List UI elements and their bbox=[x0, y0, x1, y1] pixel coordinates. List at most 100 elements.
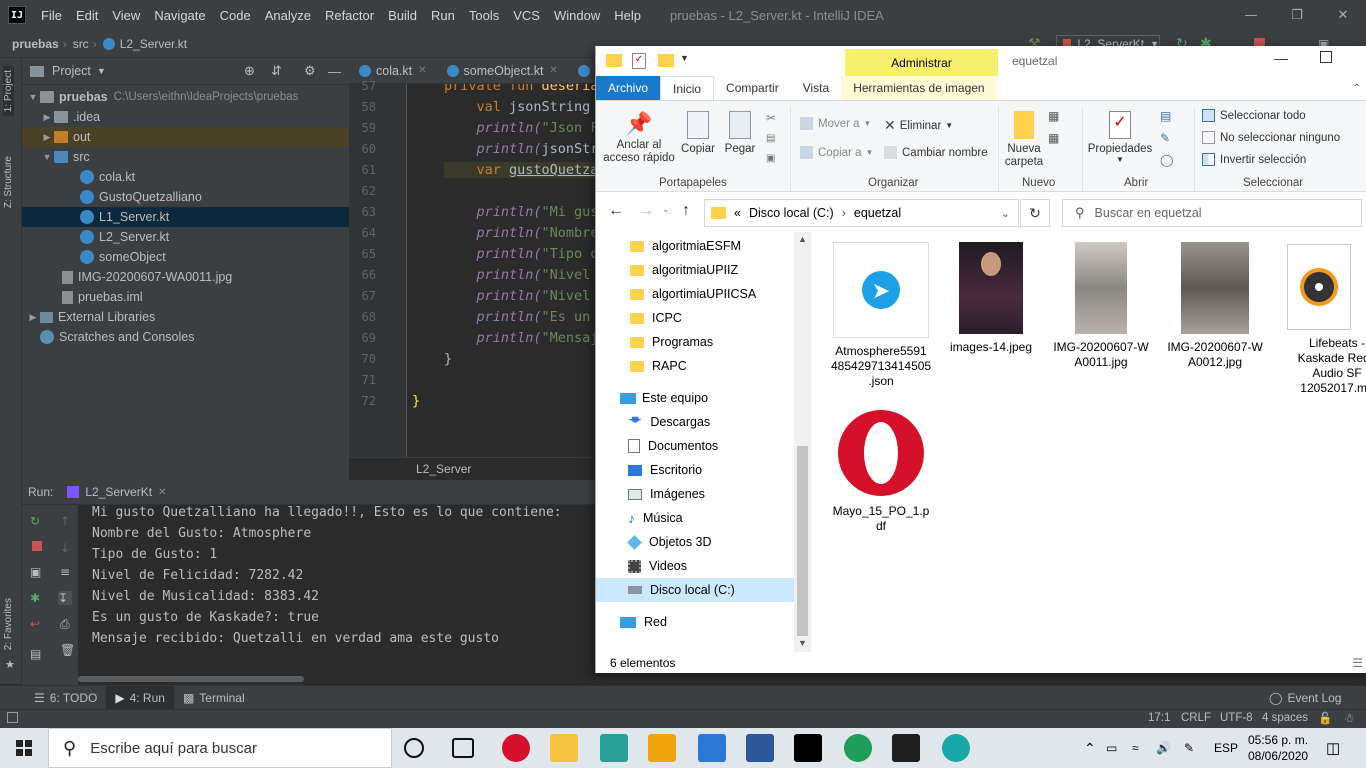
paste-button[interactable]: Pegar bbox=[722, 111, 758, 155]
windows-start-icon[interactable] bbox=[16, 740, 32, 756]
chevron-up-icon[interactable]: ⌃ bbox=[1084, 728, 1096, 768]
tree-item-l1-server[interactable]: L1_Server.kt bbox=[22, 207, 349, 227]
stop-icon[interactable] bbox=[32, 541, 42, 551]
select-all-button[interactable]: Seleccionar todo bbox=[1202, 109, 1306, 122]
file-explorer-taskbar-icon[interactable] bbox=[550, 734, 578, 762]
search-input[interactable]: ⚲ Buscar en equetzal bbox=[1062, 199, 1362, 227]
tool-tab-event-log[interactable]: ◯ Event Log bbox=[1260, 686, 1350, 710]
copy-to-button[interactable]: Copiar a ▼ bbox=[800, 146, 873, 159]
tab-someobject[interactable]: someObject.kt ✕ bbox=[437, 58, 568, 84]
notifications-icon[interactable]: ◫ bbox=[1326, 728, 1340, 768]
collapsed-arrow-icon[interactable]: ▶ bbox=[26, 312, 40, 323]
menu-edit[interactable]: Edit bbox=[69, 8, 105, 23]
inspector-icon[interactable]: ☃ bbox=[1344, 711, 1354, 725]
horizontal-scrollbar[interactable] bbox=[78, 676, 304, 682]
tree-item-out[interactable]: ▶ out bbox=[22, 127, 349, 147]
file-item-pdf[interactable]: Mayo_15_PO_1.p df bbox=[831, 408, 931, 534]
file-encoding[interactable]: UTF-8 bbox=[1220, 712, 1253, 724]
invert-selection-button[interactable]: Invertir selección bbox=[1202, 153, 1306, 166]
scroll-down-icon[interactable]: ▼ bbox=[798, 638, 807, 648]
file-item-images14[interactable]: images-14.jpeg bbox=[941, 242, 1041, 355]
nav-item-algoritmiaesfm[interactable]: algoritmiaESFM bbox=[596, 234, 796, 258]
nav-item-programas[interactable]: Programas bbox=[596, 330, 796, 354]
tree-item-img[interactable]: IMG-20200607-WA0011.jpg bbox=[22, 267, 349, 287]
clock[interactable]: 05:56 p. m. 08/06/2020 bbox=[1248, 732, 1308, 764]
menu-view[interactable]: View bbox=[105, 8, 147, 23]
close-tab-icon[interactable]: ✕ bbox=[158, 487, 166, 498]
exit-icon[interactable]: ↩ bbox=[30, 617, 44, 631]
tree-item-cola[interactable]: cola.kt bbox=[22, 167, 349, 187]
tool-tab-project[interactable]: 1: Project bbox=[3, 66, 14, 117]
select-none-button[interactable]: No seleccionar ninguno bbox=[1202, 131, 1340, 144]
run-tab-label[interactable]: L2_ServerKt bbox=[85, 485, 152, 499]
menu-file[interactable]: File bbox=[34, 8, 69, 23]
nav-item-red[interactable]: Red bbox=[596, 610, 796, 634]
tool-tab-structure[interactable]: Z: Structure bbox=[3, 156, 14, 208]
address-crumb-folder[interactable]: equetzal bbox=[854, 206, 901, 220]
address-bar[interactable]: « Disco local (C:) › equetzal ⌄ bbox=[704, 199, 1019, 227]
edge-taskbar-icon[interactable] bbox=[942, 734, 970, 762]
history-icon[interactable]: ◯ bbox=[1160, 153, 1173, 167]
nav-item-icpc[interactable]: ICPC bbox=[596, 306, 796, 330]
print-icon[interactable]: ⎙ bbox=[60, 617, 74, 631]
nav-item-escritorio[interactable]: Escritorio bbox=[596, 458, 796, 482]
tab-archivo[interactable]: Archivo bbox=[596, 76, 661, 100]
nav-item-objetos-3d[interactable]: Objetos 3D bbox=[596, 530, 796, 554]
rerun-icon[interactable]: ↻ bbox=[30, 514, 44, 528]
down-arrow-icon[interactable]: ↓ bbox=[60, 541, 74, 555]
task-view-icon[interactable] bbox=[452, 738, 474, 758]
menu-run[interactable]: Run bbox=[424, 8, 462, 23]
taskbar-search[interactable]: ⚲ Escribe aquí para buscar bbox=[48, 728, 392, 768]
menu-tools[interactable]: Tools bbox=[462, 8, 506, 23]
tool-tab-run[interactable]: ▶ 4: Run bbox=[106, 685, 174, 710]
editor-footer-label[interactable]: L2_Server bbox=[416, 462, 471, 476]
nav-item-disco-local[interactable]: Disco local (C:) bbox=[596, 578, 796, 602]
chevron-down-icon[interactable]: ⌄ bbox=[1001, 207, 1010, 220]
nav-item-documentos[interactable]: Documentos bbox=[596, 434, 796, 458]
toggle-panels-icon[interactable] bbox=[7, 712, 18, 723]
caret-position[interactable]: 17:1 bbox=[1148, 712, 1170, 724]
tree-item-libraries[interactable]: ▶ External Libraries bbox=[22, 307, 349, 327]
collapse-all-icon[interactable]: ⇵ bbox=[271, 63, 282, 79]
battery-icon[interactable]: ▭ bbox=[1106, 728, 1117, 768]
maximize-icon[interactable] bbox=[1320, 51, 1332, 63]
minimize-icon[interactable]: — bbox=[1228, 0, 1274, 30]
collapsed-arrow-icon[interactable]: ▶ bbox=[40, 112, 54, 123]
word-taskbar-icon[interactable] bbox=[746, 734, 774, 762]
opera-taskbar-icon[interactable] bbox=[502, 734, 530, 762]
nav-item-algoritmiaupiiz[interactable]: algoritmiaUPIIZ bbox=[596, 258, 796, 282]
quick-access-dropdown-icon[interactable]: ▼ bbox=[680, 53, 689, 63]
nav-item-imagenes[interactable]: Imágenes bbox=[596, 482, 796, 506]
details-view-icon[interactable]: ☰ bbox=[1352, 656, 1363, 670]
chevron-up-icon[interactable]: ⌃ bbox=[1353, 83, 1361, 94]
nav-item-este-equipo[interactable]: Este equipo bbox=[596, 386, 796, 410]
tool-tab-favorites[interactable]: 2: Favorites bbox=[3, 598, 14, 650]
file-item-img-0011[interactable]: IMG-20200607-W A0011.jpg bbox=[1051, 242, 1151, 370]
tab-inicio[interactable]: Inicio bbox=[660, 76, 715, 100]
scroll-to-end-icon[interactable]: ↧ bbox=[58, 591, 72, 605]
delete-button[interactable]: ✕ Eliminar ▼ bbox=[884, 117, 953, 134]
properties-icon[interactable]: ✓ bbox=[632, 53, 646, 69]
tree-item-l2-server[interactable]: L2_Server.kt bbox=[22, 227, 349, 247]
copy-button[interactable]: Copiar bbox=[680, 111, 716, 155]
nav-item-videos[interactable]: Videos bbox=[596, 554, 796, 578]
close-tab-icon[interactable]: ✕ bbox=[418, 65, 426, 76]
nav-item-musica[interactable]: ♪ Música bbox=[596, 506, 796, 530]
close-tab-icon[interactable]: ✕ bbox=[549, 65, 557, 76]
tab-compartir[interactable]: Compartir bbox=[714, 76, 791, 100]
menu-help[interactable]: Help bbox=[607, 8, 648, 23]
wifi-icon[interactable]: ≈ bbox=[1132, 728, 1139, 768]
new-folder-button[interactable]: Nueva carpeta bbox=[1002, 111, 1046, 169]
menu-build[interactable]: Build bbox=[381, 8, 424, 23]
tree-root[interactable]: ▼ pruebas C:\Users\eithn\IdeaProjects\pr… bbox=[22, 87, 349, 107]
menu-refactor[interactable]: Refactor bbox=[318, 8, 381, 23]
nav-item-descargas[interactable]: 🡃 Descargas bbox=[596, 410, 796, 434]
tab-herramientas-imagen[interactable]: Herramientas de imagen bbox=[841, 76, 997, 100]
code-editor[interactable]: private fun deseria val jsonString print… bbox=[408, 84, 595, 457]
tree-item-iml[interactable]: pruebas.iml bbox=[22, 287, 349, 307]
close-icon[interactable]: ✕ bbox=[1320, 0, 1366, 30]
address-overflow[interactable]: « bbox=[734, 206, 741, 220]
menu-window[interactable]: Window bbox=[547, 8, 607, 23]
file-item-json[interactable]: ➤ Atmosphere5591 485429713414505 .json bbox=[831, 242, 931, 389]
hide-panel-icon[interactable]: — bbox=[328, 64, 341, 79]
